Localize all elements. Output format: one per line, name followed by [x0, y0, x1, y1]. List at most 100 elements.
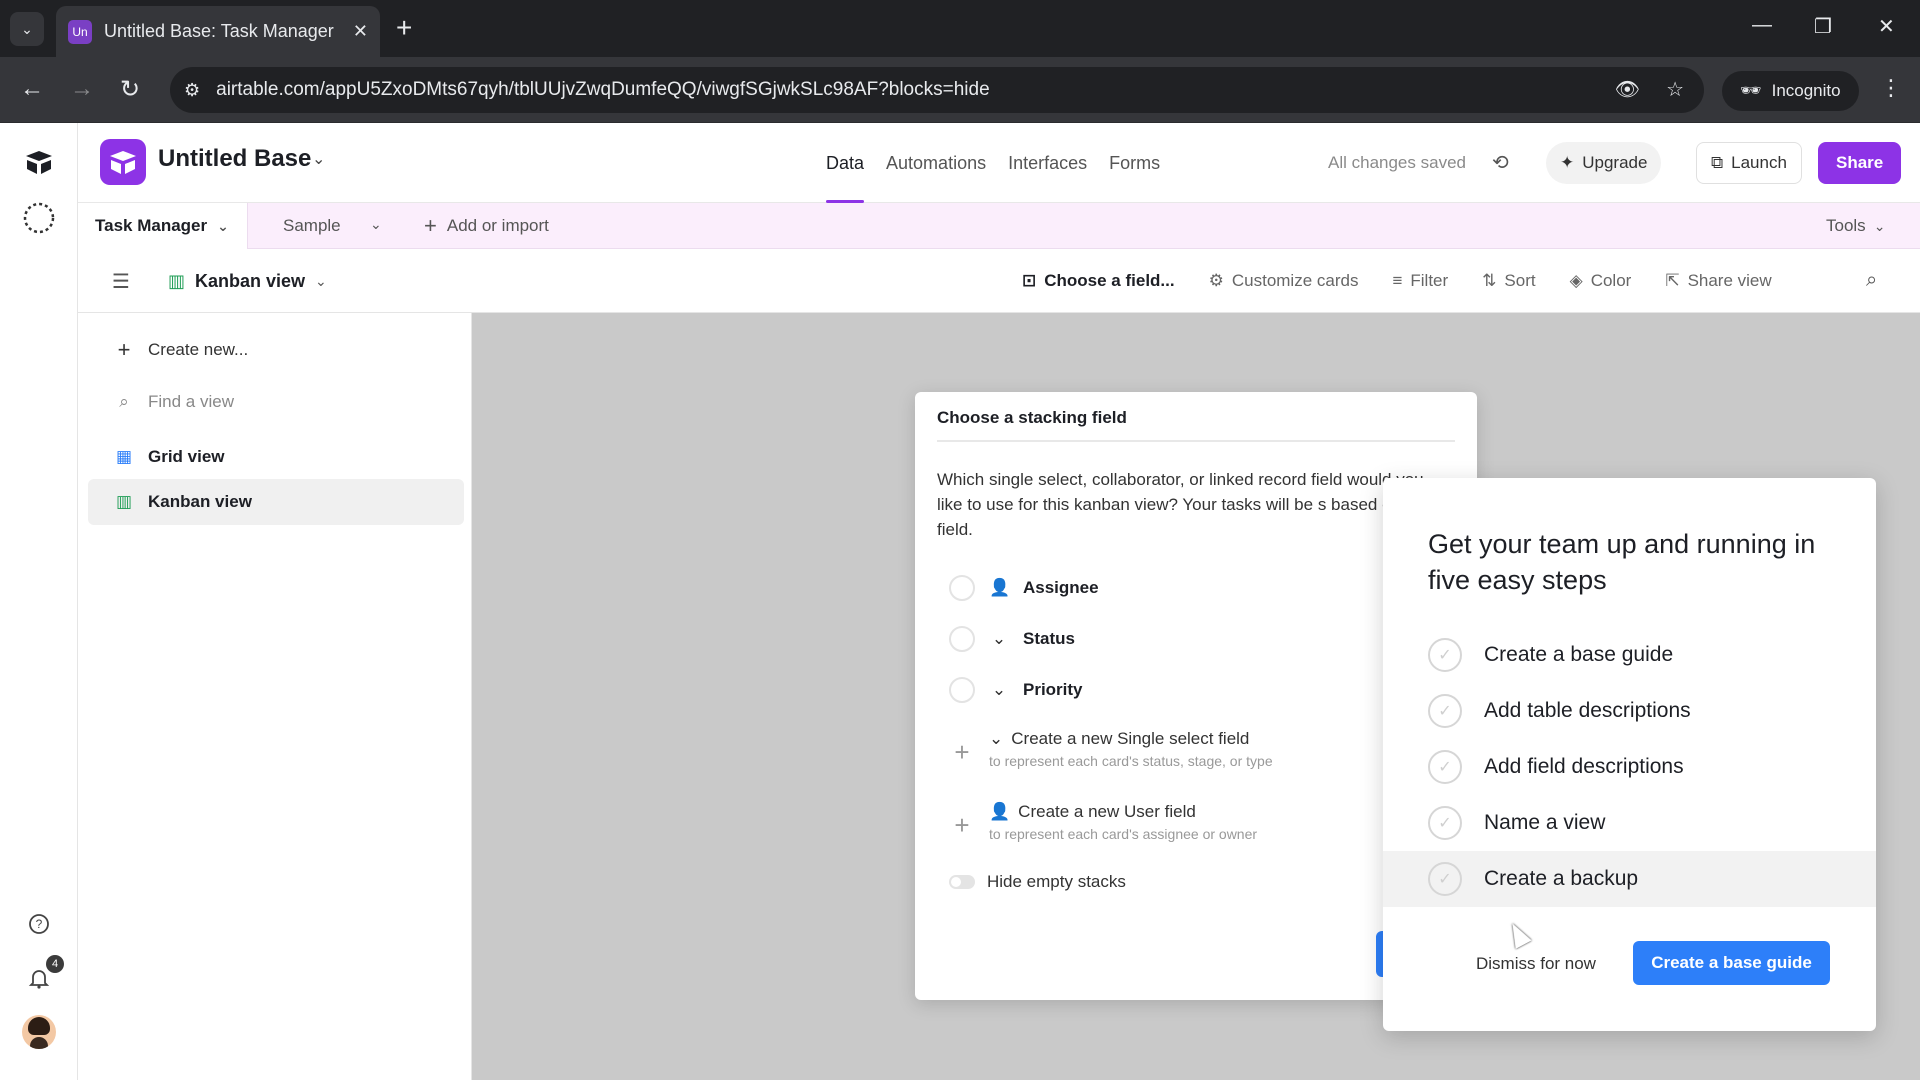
choose-field-button[interactable]: ⊡ Choose a field... [1022, 271, 1175, 291]
tab-search-button[interactable]: ⌄ [10, 12, 44, 46]
step-add-field-descriptions[interactable]: ✓ Add field descriptions [1383, 739, 1876, 795]
reload-icon[interactable]: ↻ [120, 75, 140, 104]
site-info-icon[interactable]: ⚙ [184, 80, 200, 101]
option-label: Priority [1023, 680, 1083, 699]
checkmark-icon: ✓ [1428, 638, 1462, 672]
chevron-down-icon[interactable]: ⌄ [370, 216, 382, 233]
checkmark-icon: ✓ [1428, 862, 1462, 896]
toggle-switch[interactable] [949, 875, 975, 889]
star-icon[interactable]: ☆ [1666, 77, 1684, 102]
table-tab-task-manager[interactable]: Task Manager ⌄ [78, 203, 248, 249]
browser-tab-active[interactable]: Un Untitled Base: Task Manager - A ✕ [56, 6, 380, 57]
create-single-select-field[interactable]: + ⌄ Create a new Single select field to … [949, 729, 1272, 769]
address-bar[interactable]: ⚙ airtable.com/appU5ZxoDMts67qyh/tblUUjv… [170, 67, 1704, 113]
single-select-icon: ⌄ [989, 729, 1004, 748]
history-icon[interactable]: ⟲ [1492, 150, 1509, 175]
tab-favicon: Un [68, 19, 92, 44]
add-or-import-button[interactable]: + Add or import [424, 203, 549, 249]
radio-button[interactable] [949, 626, 975, 652]
chevron-down-icon[interactable]: ⌄ [312, 149, 325, 169]
share-view-button[interactable]: ⇱ Share view [1665, 271, 1771, 291]
stack-option-assignee[interactable]: 👤 Assignee [949, 571, 1099, 605]
step-add-table-descriptions[interactable]: ✓ Add table descriptions [1383, 683, 1876, 739]
tab-interfaces[interactable]: Interfaces [1008, 123, 1087, 203]
airtable-logo-icon[interactable] [22, 145, 56, 179]
filter-button[interactable]: ≡ Filter [1392, 271, 1448, 291]
close-icon[interactable]: ✕ [353, 21, 368, 42]
dialog-description: Which single select, collaborator, or li… [937, 470, 1433, 539]
main-tabs: Data Automations Interfaces Forms [826, 123, 1160, 203]
color-button[interactable]: ◈ Color [1570, 271, 1632, 291]
create-base-guide-button[interactable]: Create a base guide [1633, 941, 1830, 985]
plus-icon: + [954, 810, 970, 840]
create-option-sub: to represent each card's assignee or own… [989, 826, 1258, 842]
svg-text:?: ? [36, 917, 43, 931]
app-rail: ? 4 [0, 123, 78, 1080]
step-label: Add table descriptions [1484, 699, 1691, 722]
new-tab-button[interactable]: + [396, 12, 412, 44]
sidebar-item-kanban-view[interactable]: ▥ Kanban view [88, 479, 464, 525]
find-view-input[interactable]: ⌕ Find a view [88, 379, 464, 425]
user-avatar[interactable] [22, 1015, 56, 1049]
step-label: Name a view [1484, 811, 1606, 834]
window-close-icon[interactable]: ✕ [1878, 14, 1895, 39]
table-tab-sample[interactable]: Sample [271, 203, 353, 249]
create-new-view-button[interactable]: + Create new... [88, 327, 464, 373]
incognito-indicator[interactable]: 🕶 Incognito [1722, 71, 1859, 111]
app-header: Untitled Base ⌄ Data Automations Interfa… [78, 123, 1920, 203]
upgrade-button[interactable]: ✦ Upgrade [1546, 142, 1662, 184]
sort-button[interactable]: ⇅ Sort [1482, 271, 1535, 291]
step-create-base-guide[interactable]: ✓ Create a base guide [1383, 627, 1876, 683]
search-icon[interactable]: ⌕ [1866, 269, 1877, 292]
tab-automations[interactable]: Automations [886, 123, 986, 203]
create-new-label: Create new... [148, 340, 249, 359]
choose-field-label: Choose a field... [1044, 271, 1175, 290]
sidebar-item-grid-view[interactable]: ▦ Grid view [88, 434, 464, 480]
dismiss-button[interactable]: Dismiss for now [1476, 954, 1596, 974]
popover-title: Get your team up and running in five eas… [1428, 529, 1816, 595]
step-label: Add field descriptions [1484, 755, 1684, 778]
base-logo-icon[interactable] [100, 139, 146, 185]
radio-button[interactable] [949, 677, 975, 703]
restore-icon[interactable]: ❐ [1814, 14, 1832, 39]
back-icon[interactable]: ← [20, 75, 44, 103]
workspaces-icon[interactable] [22, 201, 56, 235]
stack-option-priority[interactable]: ⌄ Priority [949, 673, 1083, 707]
tools-menu[interactable]: Tools ⌄ [1826, 203, 1885, 249]
view-label: Grid view [148, 447, 225, 466]
step-name-a-view[interactable]: ✓ Name a view [1383, 795, 1876, 851]
user-icon: 👤 [989, 578, 1011, 597]
option-label: Assignee [1023, 578, 1099, 597]
help-icon[interactable]: ? [22, 907, 56, 941]
save-status: All changes saved [1328, 153, 1466, 172]
step-create-a-backup[interactable]: ✓ Create a backup [1383, 851, 1876, 907]
filter-icon: ≡ [1392, 271, 1403, 290]
forward-icon[interactable]: → [70, 75, 94, 103]
sort-label: Sort [1504, 271, 1536, 290]
plus-icon: + [117, 337, 131, 362]
create-option-label: Create a new Single select field [1011, 729, 1250, 748]
paint-icon: ◈ [1569, 271, 1583, 290]
customize-cards-button[interactable]: ⚙ Customize cards [1209, 271, 1359, 291]
view-switcher[interactable]: ▥ Kanban view ⌄ [168, 249, 327, 313]
share-button[interactable]: Share [1818, 142, 1902, 184]
tab-data[interactable]: Data [826, 123, 865, 203]
hide-empty-stacks-toggle[interactable]: Hide empty stacks [949, 872, 1126, 892]
tab-forms[interactable]: Forms [1109, 123, 1160, 203]
kanban-icon: ▥ [115, 492, 133, 511]
create-user-field[interactable]: + 👤 Create a new User field to represent… [949, 802, 1257, 842]
eye-off-icon[interactable]: 👁 [1615, 77, 1640, 102]
radio-button[interactable] [949, 575, 975, 601]
stack-option-status[interactable]: ⌄ Status [949, 622, 1075, 656]
more-icon[interactable]: ⋮ [1880, 75, 1902, 101]
base-name[interactable]: Untitled Base [158, 145, 311, 173]
color-label: Color [1590, 271, 1632, 290]
launch-label: Launch [1731, 153, 1787, 172]
search-icon: ⌕ [119, 392, 129, 411]
plus-icon: + [424, 213, 437, 238]
create-option-label: Create a new User field [1018, 802, 1196, 821]
minimize-icon[interactable]: — [1752, 14, 1772, 37]
sidebar-toggle-icon[interactable]: ☰ [112, 269, 130, 294]
launch-button[interactable]: ⧉ Launch [1696, 142, 1802, 184]
step-label: Create a base guide [1484, 643, 1674, 666]
